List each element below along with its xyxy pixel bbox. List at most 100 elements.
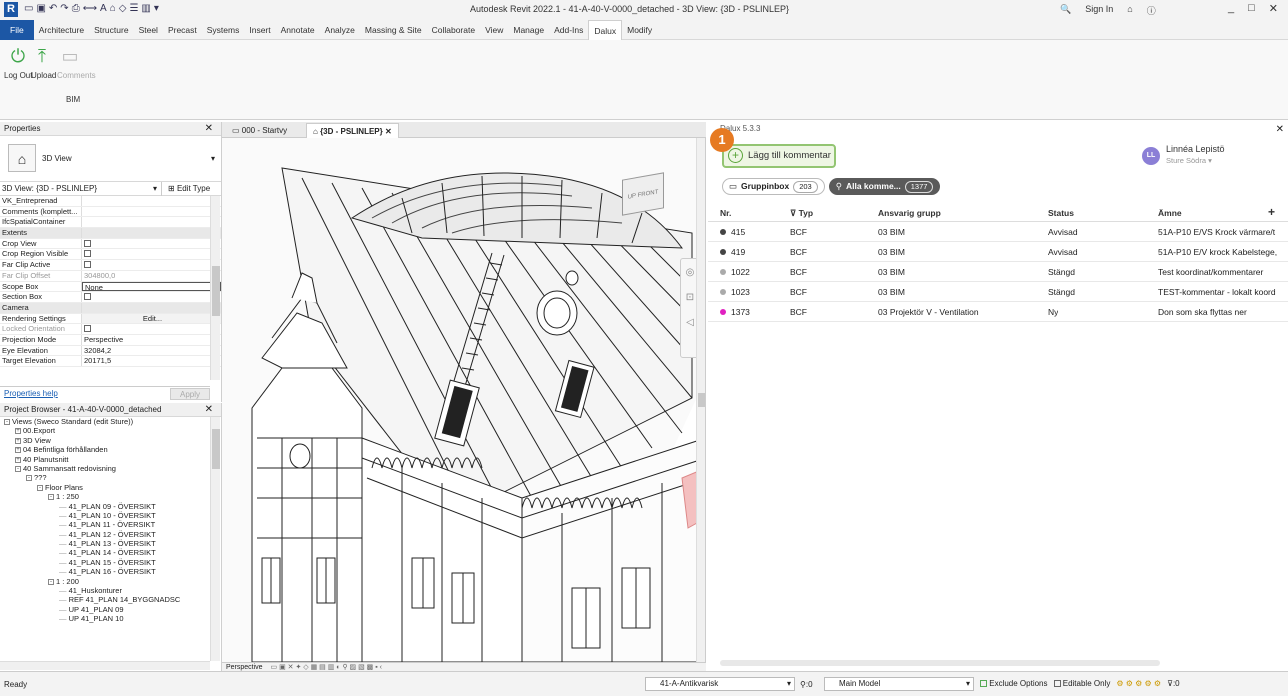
log-out-icon[interactable]: ⏻ (6, 46, 30, 70)
collapse-icon[interactable]: - (4, 419, 10, 426)
col-ansvarig-grupp[interactable]: Ansvarig grupp (878, 208, 941, 218)
tab-insert[interactable]: Insert (244, 20, 275, 40)
tab-steel[interactable]: Steel (134, 20, 163, 40)
add-comment-button[interactable]: 1 + Lägg till kommentar (710, 128, 836, 168)
tab-file[interactable]: File (0, 19, 34, 40)
browser-tree-item[interactable]: - Views (Sweco Standard (edit Sture)) (0, 417, 208, 426)
type-selector[interactable]: ⌂ 3D View ▾ (0, 136, 221, 182)
expand-icon[interactable]: + (15, 447, 21, 454)
sections-icon[interactable]: ◇ (119, 3, 127, 14)
collapse-icon[interactable]: - (48, 578, 54, 585)
property-row[interactable]: Projection Mode Perspective (0, 334, 221, 346)
chevron-down-icon[interactable]: ▾ (787, 678, 791, 690)
undo-icon[interactable]: ↶ (49, 3, 57, 14)
col-nr[interactable]: Nr. (720, 208, 731, 218)
table-row[interactable]: 1022 BCF 03 BIM Stängd Test koordinat/kommen… (708, 262, 1288, 282)
open-icon[interactable]: ▭ (24, 3, 33, 14)
property-value[interactable] (82, 217, 221, 227)
table-row[interactable]: 1373 BCF 03 Projektör V - Ventilation Ny Don… (708, 302, 1288, 322)
chevron-down-icon[interactable]: ▾ (966, 678, 970, 690)
property-value[interactable] (82, 239, 221, 249)
tab-modify[interactable]: Modify (622, 20, 657, 40)
scroll-thumb[interactable] (698, 393, 705, 407)
sign-in-link[interactable]: Sign In (1085, 4, 1113, 17)
cart-icon[interactable]: ⌂ (1127, 4, 1132, 17)
browser-tree-item[interactable]: -40 Sammansatt redovisning (0, 464, 208, 473)
col-status[interactable]: Status (1048, 208, 1074, 218)
checkbox-icon[interactable] (84, 239, 91, 247)
tab-massing-site[interactable]: Massing & Site (360, 20, 427, 40)
property-value[interactable] (82, 303, 221, 313)
worksharing-count[interactable]: ⚲:0 (800, 680, 813, 689)
table-row[interactable]: 419 BCF 03 BIM Avvisad 51A-P10 E/V krock Kab… (708, 242, 1288, 262)
tab-collaborate[interactable]: Collaborate (427, 20, 480, 40)
expand-icon[interactable]: + (15, 456, 21, 463)
checkbox-icon[interactable] (84, 250, 91, 258)
browser-tree-item[interactable]: — 41_PLAN 15 - ÖVERSIKT (0, 558, 208, 567)
collapse-icon[interactable]: - (15, 465, 21, 472)
tab-view[interactable]: View (480, 20, 508, 40)
checkbox-icon[interactable] (84, 293, 91, 301)
view-control-icons[interactable]: ▭ ▣ ✕ ✦ ◇ ▦ ▤ ▥ ◐ ⚲ ▨ ▧ ▩ ▪ ‹ (265, 664, 382, 671)
collapse-icon[interactable]: - (26, 475, 32, 482)
filter-icon[interactable]: ⊽:0 (1167, 677, 1180, 691)
collapse-icon[interactable]: - (37, 484, 43, 491)
scroll-thumb[interactable] (212, 429, 220, 469)
3d-view-icon[interactable]: ⌂ (110, 3, 116, 14)
projection-mode[interactable]: Perspective (222, 664, 263, 671)
measure-icon[interactable]: ⟷ (83, 3, 97, 14)
property-value[interactable] (82, 196, 221, 206)
text-icon[interactable]: A (100, 3, 107, 14)
expand-icon[interactable]: + (15, 428, 21, 435)
tab-manage[interactable]: Manage (508, 20, 549, 40)
browser-tree-item[interactable]: — 41_Huskonturer (0, 586, 208, 595)
viewport-scrollbar[interactable] (696, 138, 705, 662)
browser-tree-item[interactable]: — 41_PLAN 12 - ÖVERSIKT (0, 530, 208, 539)
help-icon[interactable]: ⓘ (1147, 4, 1156, 17)
upload-icon[interactable]: ⤒ (30, 46, 54, 70)
scroll-thumb[interactable] (212, 266, 220, 316)
print-icon[interactable]: ⎙ (72, 3, 80, 14)
property-row[interactable]: Far Clip Active (0, 260, 221, 271)
property-value[interactable]: None (82, 281, 221, 292)
tab-structure[interactable]: Structure (89, 20, 134, 40)
expand-icon[interactable]: + (15, 437, 21, 444)
search-icon[interactable]: 🔍 (1060, 4, 1071, 17)
design-option-select[interactable]: Main Model ▾ (824, 677, 974, 691)
viewcube[interactable]: UP FRONT (622, 172, 664, 216)
property-row[interactable]: Scope Box None (0, 281, 221, 293)
edit-type-button[interactable]: ⊞ Edit Type (168, 182, 210, 196)
chevron-down-icon[interactable]: ▾ (211, 154, 215, 163)
checkbox-icon[interactable] (84, 325, 91, 333)
property-value[interactable] (82, 249, 221, 259)
property-row[interactable]: Section Box (0, 292, 221, 303)
add-column-icon[interactable]: + (1268, 205, 1275, 219)
browser-tree-item[interactable]: -1 : 250 (0, 492, 208, 501)
tab-annotate[interactable]: Annotate (276, 20, 320, 40)
property-category[interactable]: Extents (0, 228, 221, 239)
property-value[interactable]: 20171,5 (82, 356, 221, 366)
browser-tree-item[interactable]: - Floor Plans (0, 483, 208, 492)
workset-select[interactable]: 41-A-Antikvarisk ▾ (645, 677, 795, 691)
property-value[interactable] (82, 207, 221, 217)
exclude-options-checkbox[interactable]: Exclude Options (980, 677, 1048, 691)
browser-tree-item[interactable]: — 41_PLAN 13 - ÖVERSIKT (0, 539, 208, 548)
restore-button[interactable]: □ (1248, 2, 1255, 15)
browser-tree-item[interactable]: — 41_PLAN 14 - ÖVERSIKT (0, 548, 208, 557)
filter-alla-kommentarer[interactable]: ⚲ Alla komme... 1377 (828, 178, 941, 195)
tab-systems[interactable]: Systems (202, 20, 245, 40)
browser-tree-item[interactable]: — UP 41_PLAN 10 (0, 614, 208, 623)
property-row[interactable]: Far Clip Offset 304800,0 (0, 270, 221, 282)
property-value[interactable]: Perspective (82, 335, 221, 345)
browser-scrollbar[interactable] (210, 417, 220, 661)
browser-tree-item[interactable]: — 41_PLAN 10 - ÖVERSIKT (0, 511, 208, 520)
table-row[interactable]: 1023 BCF 03 BIM Stängd TEST-kommentar - loka… (708, 282, 1288, 302)
close-icon[interactable]: ✕ (205, 403, 213, 417)
property-value[interactable] (82, 292, 221, 302)
browser-tree-item[interactable]: +04 Befintliga förhållanden (0, 445, 208, 454)
redo-icon[interactable]: ↷ (60, 3, 68, 14)
tab-3d-pslinlep[interactable]: ⌂ {3D - PSLINLEP} ✕ (306, 123, 399, 138)
tab-dalux[interactable]: Dalux (588, 19, 623, 40)
tab-add-ins[interactable]: Add-Ins (549, 20, 588, 40)
browser-hscrollbar[interactable] (0, 661, 210, 670)
